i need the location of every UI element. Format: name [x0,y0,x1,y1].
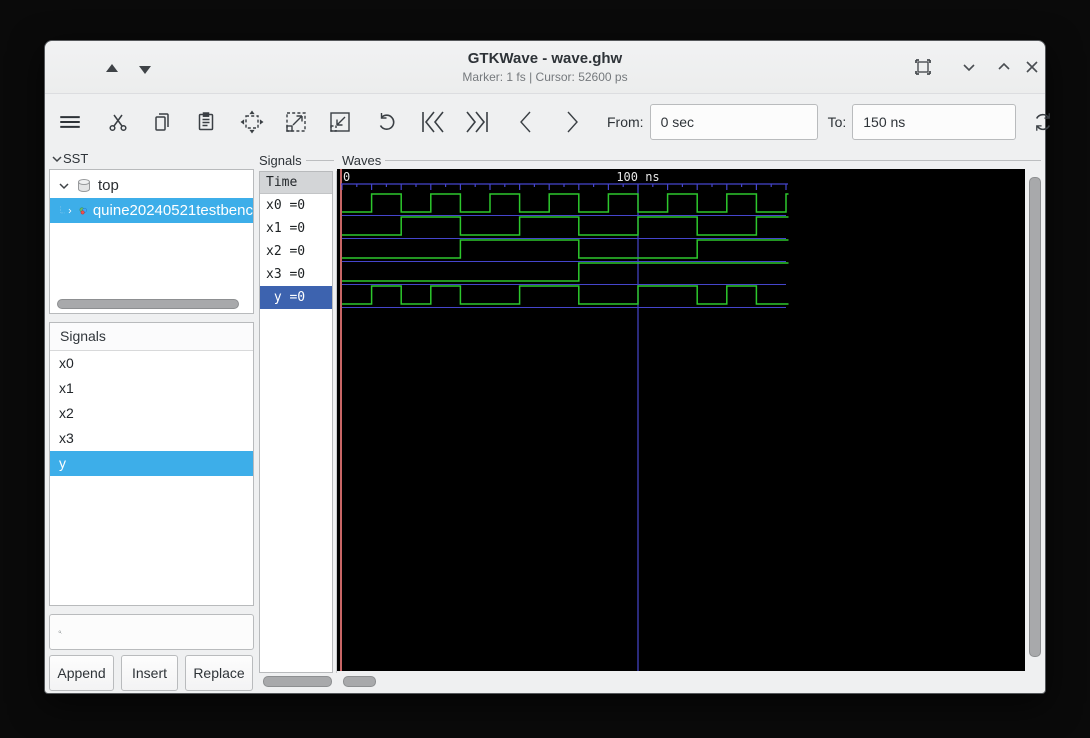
skip-to-start-icon[interactable] [419,109,449,135]
tree-item-label: quine20240521testbenc [92,202,253,219]
chevron-down-icon [52,155,62,162]
wave-signal-row[interactable]: x3 =0 [260,263,332,286]
waveform-canvas: 0 100 ns [340,169,789,671]
cut-icon[interactable] [105,109,131,135]
list-item-x1[interactable]: x1 [50,376,253,401]
wave-signal-row[interactable]: x2 =0 [260,240,332,263]
module-icon [79,207,87,214]
keep-above-icon[interactable] [913,57,933,77]
list-item-x0[interactable]: x0 [50,351,253,376]
wave-vscrollbar[interactable] [1029,177,1041,657]
replace-button-label: Replace [193,665,245,681]
timeline-label: 0 [343,170,350,184]
list-item-x2[interactable]: x2 [50,401,253,426]
wave-signal-row[interactable]: x1 =0 [260,217,332,240]
minimize-icon[interactable] [959,57,979,77]
insert-button-label: Insert [131,665,167,681]
signal-names-panel: Time x0 =0 x1 =0 x2 =0 x3 =0 y =0 [259,171,333,673]
wave-trace-x2 [342,239,789,259]
zoom-in-icon[interactable] [283,109,309,135]
signal-search[interactable] [49,614,254,650]
sst-tree: top quine20240521testbenc [49,169,254,314]
copy-icon[interactable] [149,109,175,135]
wave-signal-row[interactable]: x0 =0 [260,194,332,217]
skip-to-end-icon[interactable] [461,109,491,135]
tree-item-top[interactable]: top [50,173,253,198]
from-label: From: [607,114,644,130]
wave-hscrollbar[interactable] [343,676,376,687]
signals-browser-header[interactable]: Signals [50,323,253,351]
replace-button[interactable]: Replace [185,655,253,691]
wave-trace-x1 [342,216,789,236]
from-input[interactable] [649,104,818,140]
window-title: GTKWave - wave.ghw [467,50,623,67]
sst-hscrollbar[interactable] [57,299,239,309]
signal-name-rows: x0 =0 x1 =0 x2 =0 x3 =0 y =0 [260,194,332,309]
wave-trace-y [342,285,789,305]
append-button[interactable]: Append [49,655,114,691]
previous-edge-icon[interactable] [513,109,539,135]
toolbar: From: To: [45,93,1051,151]
search-input[interactable] [68,623,253,641]
zoom-out-icon[interactable] [327,109,353,135]
reload-icon[interactable] [1030,109,1056,135]
signals-browser: Signals x0 x1 x2 x3 y [49,322,254,606]
gtkwave-window: GTKWave - wave.ghw Marker: 1 fs | Cursor… [44,40,1051,695]
wave-signal-row[interactable]: y =0 [260,286,332,309]
to-label: To: [827,114,847,130]
menu-icon[interactable] [57,109,83,135]
close-icon[interactable] [1022,57,1042,77]
timeline-label: 100 ns [616,170,659,184]
wave-display[interactable]: 0 100 ns [337,169,1025,671]
signals-frame-label: Signals [259,153,334,168]
scope-icon [78,178,90,192]
sst-header-label: SST [63,151,89,166]
signal-names-hscrollbar[interactable] [263,676,332,687]
sst-header[interactable]: SST [51,151,251,166]
wave-trace-x3 [342,262,789,282]
zoom-fit-icon[interactable] [239,109,265,135]
tree-item-testbench[interactable]: quine20240521testbenc [50,198,253,223]
next-edge-icon[interactable] [559,109,585,135]
insert-button[interactable]: Insert [121,655,178,691]
paste-icon[interactable] [193,109,219,135]
maximize-icon[interactable] [994,57,1014,77]
to-input[interactable] [852,104,1017,140]
append-button-label: Append [57,665,106,681]
signals-browser-list: x0 x1 x2 x3 y [50,351,253,476]
expander-right-icon[interactable] [67,205,73,217]
list-item-x3[interactable]: x3 [50,426,253,451]
wave-trace-x0 [342,193,789,213]
waves-frame-label-text: Waves [342,153,382,168]
list-item-y[interactable]: y [50,451,253,476]
time-column-header[interactable]: Time [260,172,332,194]
expander-down-icon[interactable] [58,180,70,192]
signals-frame-label-text: Signals [259,153,302,168]
titlebar[interactable]: GTKWave - wave.ghw Marker: 1 fs | Cursor… [45,41,1045,94]
main-content: SST top quine20240521testbenc Signals x0… [45,151,1047,695]
waves-frame-label: Waves [342,153,1041,168]
tree-elbow [60,205,66,213]
window-subtitle: Marker: 1 fs | Cursor: 52600 ps [462,70,628,84]
tree-item-label: top [98,177,119,194]
search-icon [58,630,62,634]
undo-icon[interactable] [373,109,399,135]
